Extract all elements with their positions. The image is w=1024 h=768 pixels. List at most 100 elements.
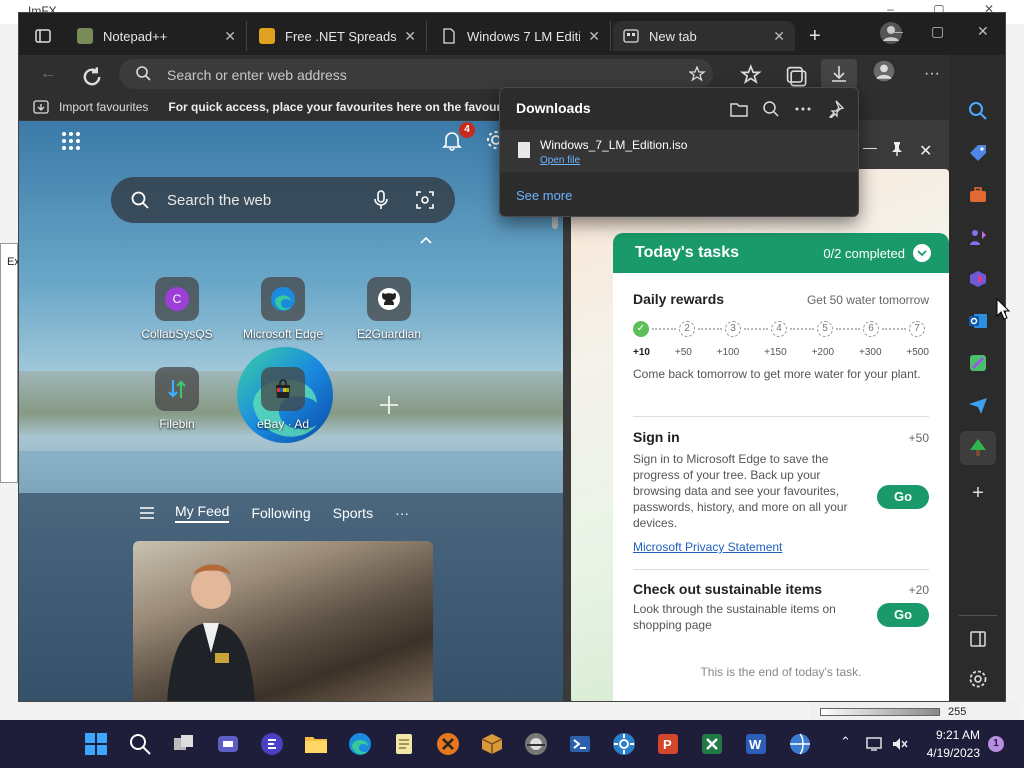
tab-notepadpp[interactable]: Notepad++ ✕ (67, 21, 247, 51)
microsoft-365-icon[interactable] (968, 269, 988, 289)
refresh-icon[interactable] (79, 65, 105, 89)
news-feed-photo[interactable] (133, 541, 433, 701)
spreadsheet-icon (259, 28, 275, 44)
address-bar[interactable]: Search or enter web address (119, 59, 713, 89)
taskbar-clock[interactable]: 9:21 AM 4/19/2023 (920, 726, 980, 762)
open-file-link[interactable]: Open file (540, 155, 580, 166)
pane-close-icon[interactable]: ✕ (919, 141, 932, 161)
pane-minimize-icon[interactable]: — (863, 139, 877, 155)
send-icon[interactable] (968, 395, 988, 415)
start-icon[interactable] (84, 732, 108, 756)
hide-sidebar-icon[interactable] (968, 629, 988, 649)
pin-icon[interactable] (826, 100, 844, 118)
feed-tab-following[interactable]: Following (251, 505, 310, 521)
close-icon[interactable]: ✕ (588, 28, 600, 45)
tray-overflow-icon[interactable]: ⌃ (840, 734, 851, 750)
tab-newtab[interactable]: New tab ✕ (613, 21, 795, 51)
search-icon[interactable] (968, 101, 988, 121)
search-downloads-icon[interactable] (762, 100, 780, 118)
feed-tab-sports[interactable]: Sports (333, 505, 373, 521)
visual-search-icon[interactable] (415, 190, 435, 210)
tasks-completed-count: 0/2 completed (823, 245, 905, 261)
feed-tab-my-feed[interactable]: My Feed (175, 503, 230, 523)
tab-spreadsheet[interactable]: Free .NET Spreadsheet ✕ (249, 21, 427, 51)
network-icon[interactable] (866, 736, 884, 752)
points-label: +300 (858, 347, 882, 358)
tile-label: Filebin (159, 417, 195, 431)
excel-icon[interactable] (700, 732, 724, 756)
sustainable-items-go-button[interactable]: Go (877, 603, 929, 627)
edge-taskbar-icon[interactable] (348, 732, 372, 756)
network-tool-icon[interactable] (788, 732, 812, 756)
privacy-statement-link[interactable]: Microsoft Privacy Statement (633, 540, 782, 554)
maximize-icon[interactable]: ▢ (931, 23, 944, 40)
volume-muted-icon[interactable] (892, 736, 908, 752)
new-tab-button[interactable]: + (799, 21, 829, 51)
shopping-tag-icon[interactable] (968, 143, 988, 163)
taskbar-search-icon[interactable] (128, 732, 152, 756)
more-options-icon[interactable] (794, 100, 812, 118)
word-icon[interactable]: W (744, 732, 768, 756)
powerpoint-icon[interactable]: P (656, 732, 680, 756)
add-favourite-icon[interactable] (689, 66, 707, 84)
settings-app-icon[interactable] (612, 732, 636, 756)
add-sidebar-app-icon[interactable]: + (968, 482, 988, 504)
downloads-button[interactable] (821, 59, 857, 89)
tasks-progress[interactable]: 0/2 completed (823, 244, 931, 262)
disk-utility-icon[interactable] (524, 732, 548, 756)
app-e-icon[interactable] (260, 732, 284, 756)
close-icon[interactable]: ✕ (224, 28, 236, 45)
feed-more-button[interactable]: ··· (395, 505, 409, 521)
quick-link-filebin[interactable]: Filebin (127, 367, 227, 431)
see-more-link[interactable]: See more (516, 188, 572, 203)
designer-icon[interactable] (968, 353, 988, 373)
favourites-icon[interactable] (739, 64, 765, 88)
quick-link-edge[interactable]: Microsoft Edge (233, 277, 333, 341)
step-7: 7 (909, 321, 925, 337)
minimize-icon[interactable]: — (889, 23, 903, 39)
gradient-slider[interactable] (820, 708, 940, 716)
filebin-icon (155, 367, 199, 411)
teams-chat-icon[interactable] (216, 732, 240, 756)
sidebar-settings-icon[interactable] (968, 669, 988, 689)
chevron-up-icon[interactable] (419, 233, 433, 247)
games-icon[interactable] (968, 227, 988, 247)
notepad-taskbar-icon[interactable] (392, 732, 416, 756)
app-x-icon[interactable] (436, 732, 460, 756)
import-favourites-button[interactable]: Import favourites (33, 99, 148, 115)
app-launcher-icon[interactable] (61, 131, 81, 151)
close-icon[interactable]: ✕ (404, 28, 416, 45)
quick-link-collabsys[interactable]: C CollabSysQS (127, 277, 227, 341)
background-side-panel: Ex (0, 243, 20, 483)
file-explorer-icon[interactable] (304, 732, 328, 756)
sign-in-go-button[interactable]: Go (877, 485, 929, 509)
collections-icon[interactable] (783, 64, 809, 88)
notification-center-badge[interactable]: 1 (988, 736, 1004, 752)
tab-windows7[interactable]: Windows 7 LM Edition ✕ (431, 21, 611, 51)
package-icon[interactable] (480, 732, 504, 756)
feed-menu-icon[interactable] (139, 506, 155, 520)
profile-avatar-icon[interactable] (871, 59, 897, 83)
sign-in-title: Sign in (633, 429, 680, 445)
microphone-icon[interactable] (373, 190, 389, 210)
daily-rewards-note: Get 50 water tomorrow (806, 293, 929, 307)
quick-link-e2guardian[interactable]: E2Guardian (339, 277, 439, 341)
outlook-icon[interactable] (968, 311, 988, 331)
web-search-box[interactable]: Search the web (111, 177, 455, 223)
download-item[interactable]: Windows_7_LM_Edition.iso Open file (500, 130, 858, 172)
close-icon[interactable]: ✕ (773, 28, 785, 45)
pin-icon[interactable] (889, 141, 905, 157)
back-icon[interactable]: ← (35, 62, 61, 86)
add-quick-link-icon[interactable] (377, 393, 401, 417)
page-scrollbar[interactable] (550, 211, 560, 701)
tools-briefcase-icon[interactable] (968, 185, 988, 205)
tab-actions-button[interactable] (25, 21, 61, 51)
slider-value: 255 (948, 706, 967, 718)
more-options-icon[interactable]: ··· (919, 62, 945, 86)
drop-tree-button[interactable] (960, 431, 996, 465)
open-folder-icon[interactable] (730, 100, 748, 118)
window-close-icon[interactable]: ✕ (977, 23, 989, 40)
task-view-icon[interactable] (172, 732, 196, 756)
quick-link-ebay-ad[interactable]: eBay · Ad (233, 367, 333, 431)
powershell-icon[interactable] (568, 732, 592, 756)
